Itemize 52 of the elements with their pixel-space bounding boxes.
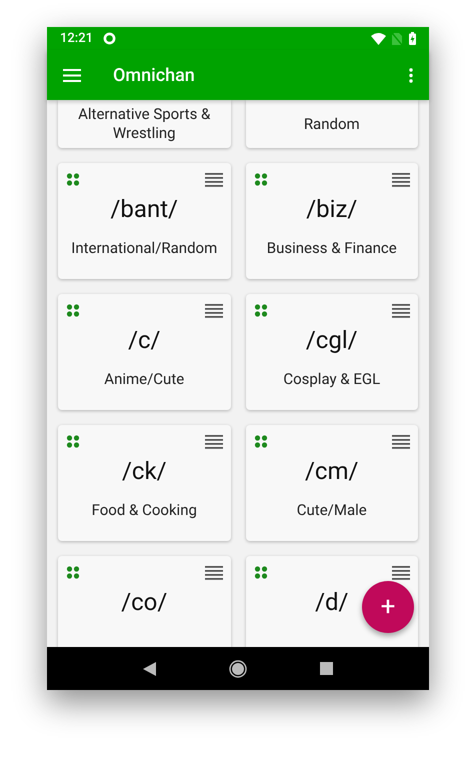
app-title: Omnichan [113,64,195,88]
board-card[interactable]: /c/ Anime/Cute [58,294,230,410]
list-icon[interactable] [392,435,410,449]
list-icon[interactable] [392,173,410,187]
board-description: Random [304,114,360,134]
clover-icon [66,435,80,448]
board-card[interactable]: Random [246,100,418,148]
board-name: /bant/ [110,195,178,223]
board-description: Food & Cooking [92,501,197,520]
clover-icon [254,173,268,186]
board-name: /co/ [121,588,168,616]
list-icon[interactable] [392,566,410,580]
ring-icon [102,32,116,45]
board-name: /ck/ [122,457,167,485]
board-name: /cm/ [305,457,358,485]
board-description: Alternative Sports & Wrestling [77,105,212,143]
board-card[interactable]: /bant/ International/Random [58,163,230,279]
back-icon[interactable] [143,662,156,676]
home-icon[interactable] [228,660,247,678]
list-icon[interactable] [392,304,410,318]
board-card[interactable]: /biz/ Business & Finance [246,163,418,279]
board-name: /c/ [128,326,160,354]
no-sim-icon [392,32,402,44]
board-description: International/Random [71,239,218,258]
clover-icon [254,435,268,448]
battery-icon [409,32,416,45]
board-card[interactable]: /cm/ Cute/Male [246,425,418,541]
board-description: Business & Finance [266,239,397,258]
menu-icon[interactable] [63,68,81,82]
board-card[interactable]: /ck/ Food & Cooking [58,425,230,541]
board-description: Cosplay & EGL [283,370,380,389]
board-card[interactable]: Alternative Sports & Wrestling [58,100,230,148]
status-time: 12:21 [60,30,93,48]
list-icon[interactable] [204,304,222,318]
list-icon[interactable] [204,566,222,580]
board-card[interactable]: /co/ [58,556,230,647]
recents-icon[interactable] [320,662,333,675]
wifi-icon [371,32,386,44]
clover-icon [66,173,80,186]
board-name: /biz/ [306,195,358,223]
board-description: Cute/Male [296,501,367,520]
clover-icon [66,566,80,579]
clover-icon [66,304,80,317]
board-name: /d/ [315,588,348,616]
clover-icon [254,566,268,579]
clover-icon [254,304,268,317]
board-name: /cgl/ [306,326,358,354]
board-card[interactable]: /cgl/ Cosplay & EGL [246,294,418,410]
list-icon[interactable] [204,435,222,449]
board-description: Anime/Cute [104,370,184,389]
list-icon[interactable] [204,173,222,187]
more-options-icon[interactable] [409,68,413,82]
